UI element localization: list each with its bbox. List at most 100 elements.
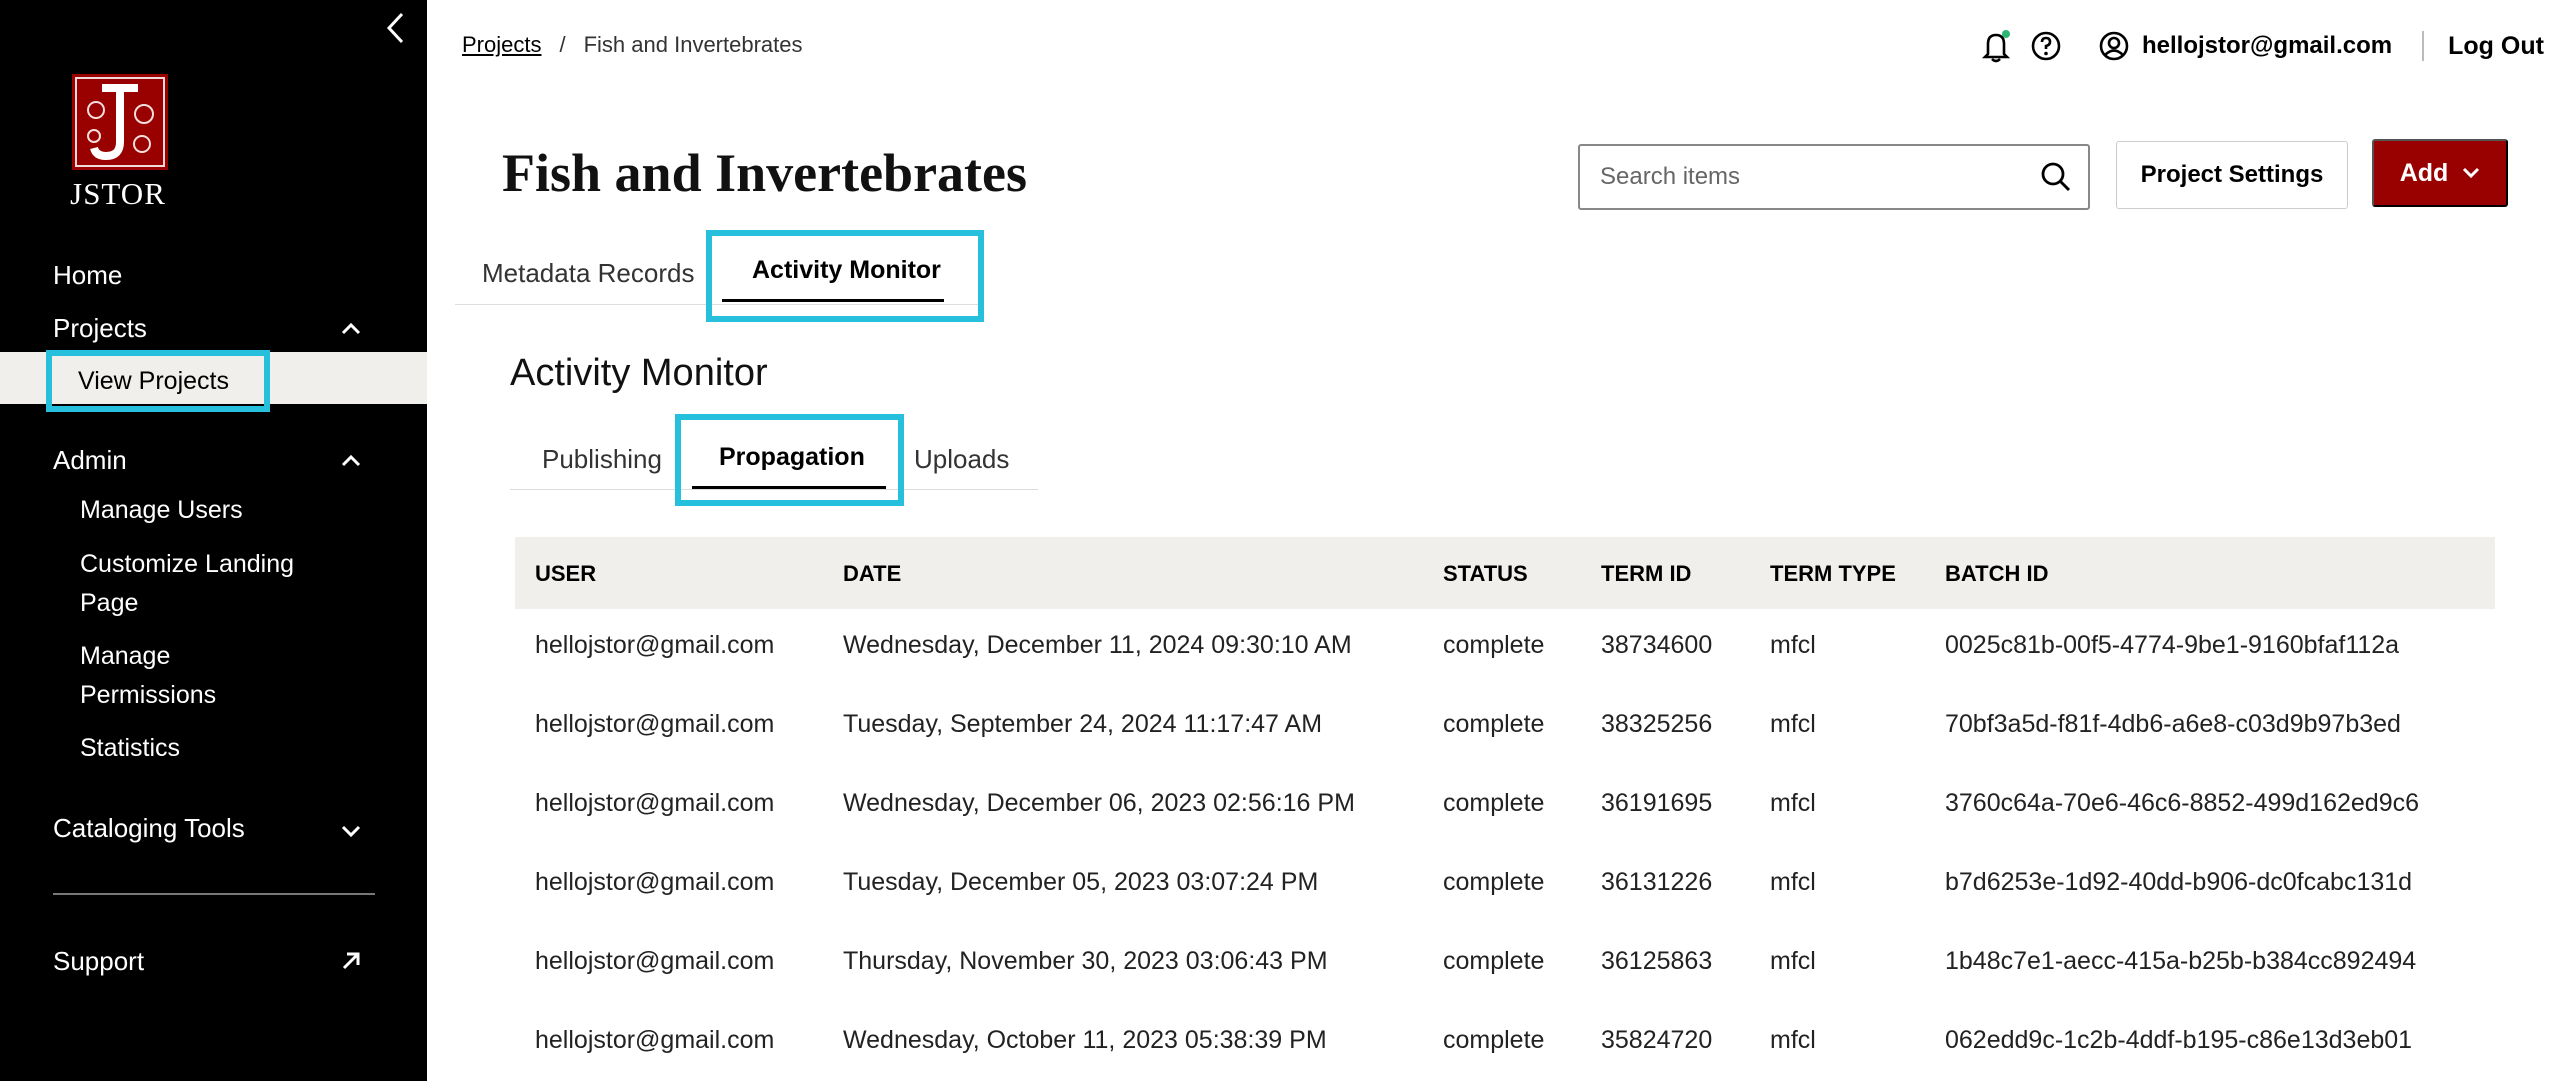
cell-user: hellojstor@gmail.com xyxy=(535,631,775,659)
table-row[interactable]: hellojstor@gmail.com Wednesday, October … xyxy=(515,1004,2495,1081)
help-icon xyxy=(2031,31,2061,61)
sidebar-item-label: View Projects xyxy=(78,366,229,395)
project-settings-button[interactable]: Project Settings xyxy=(2116,141,2348,209)
cell-user: hellojstor@gmail.com xyxy=(535,710,775,738)
cell-batch-id: 062edd9c-1c2b-4ddf-b195-c86e13d3eb01 xyxy=(1945,1026,2413,1054)
sidebar-item-label: Permissions xyxy=(80,681,217,709)
cell-status: complete xyxy=(1443,868,1545,896)
account-button[interactable] xyxy=(2094,26,2134,66)
cell-user: hellojstor@gmail.com xyxy=(535,947,775,975)
external-arrow-icon[interactable] xyxy=(338,948,364,974)
column-header-term-type[interactable]: TERM TYPE xyxy=(1770,561,1896,587)
table-row[interactable]: hellojstor@gmail.com Thursday, November … xyxy=(515,925,2495,1004)
tab-activity-monitor[interactable]: Activity Monitor xyxy=(752,256,941,285)
chevron-down-icon[interactable] xyxy=(338,818,364,844)
cell-term-type: mfcl xyxy=(1770,1026,1816,1054)
breadcrumb-projects-link[interactable]: Projects xyxy=(462,32,541,58)
cell-term-type: mfcl xyxy=(1770,789,1816,817)
cell-status: complete xyxy=(1443,710,1545,738)
top-utility-bar: hellojstor@gmail.com Log Out xyxy=(1976,26,2544,66)
column-header-term-id[interactable]: TERM ID xyxy=(1601,561,1691,587)
sidebar-item-cataloging-tools[interactable]: Cataloging Tools xyxy=(53,813,245,844)
cell-date: Tuesday, September 24, 2024 11:17:47 AM xyxy=(843,710,1323,738)
cell-term-id: 38325256 xyxy=(1601,710,1713,738)
user-circle-icon xyxy=(2099,31,2129,61)
section-title: Activity Monitor xyxy=(510,352,768,394)
table-row[interactable]: hellojstor@gmail.com Tuesday, September … xyxy=(515,688,2495,767)
column-header-batch-id[interactable]: BATCH ID xyxy=(1945,561,2048,587)
tab-publishing[interactable]: Publishing xyxy=(542,444,662,475)
cell-batch-id: 1b48c7e1-aecc-415a-b25b-b384cc892494 xyxy=(1945,947,2417,975)
active-subtab-indicator xyxy=(692,486,886,489)
tab-propagation[interactable]: Propagation xyxy=(719,443,865,472)
search-box[interactable] xyxy=(1578,144,2090,210)
sidebar-item-manage-permissions[interactable]: Manage Permissions xyxy=(80,637,216,715)
chevron-up-icon[interactable] xyxy=(338,447,364,473)
sidebar-item-home[interactable]: Home xyxy=(53,260,122,291)
cell-status: complete xyxy=(1443,947,1545,975)
help-button[interactable] xyxy=(2026,26,2066,66)
sidebar-divider xyxy=(53,893,375,895)
activity-table: USER DATE STATUS TERM ID TERM TYPE BATCH… xyxy=(515,537,2495,1081)
topbar-separator xyxy=(2422,31,2425,61)
column-header-date[interactable]: DATE xyxy=(843,561,901,587)
page-title: Fish and Invertebrates xyxy=(502,143,1027,203)
tab-metadata-records[interactable]: Metadata Records xyxy=(482,258,694,289)
cell-status: complete xyxy=(1443,1026,1545,1054)
sidebar-item-admin[interactable]: Admin xyxy=(53,445,127,476)
cell-term-id: 36191695 xyxy=(1601,789,1713,817)
cell-user: hellojstor@gmail.com xyxy=(535,1026,775,1054)
cell-term-id: 38734600 xyxy=(1601,631,1713,659)
cell-batch-id: 70bf3a5d-f81f-4db6-a6e8-c03d9b97b3ed xyxy=(1945,710,2401,738)
sidebar-item-manage-users[interactable]: Manage Users xyxy=(80,491,243,530)
cell-date: Tuesday, December 05, 2023 03:07:24 PM xyxy=(843,868,1319,896)
column-header-user[interactable]: USER xyxy=(535,561,596,587)
sidebar-item-label: Manage xyxy=(80,642,171,670)
chevron-up-icon[interactable] xyxy=(338,315,364,341)
cell-term-id: 36125863 xyxy=(1601,947,1713,975)
tab-uploads[interactable]: Uploads xyxy=(914,444,1009,475)
cell-batch-id: b7d6253e-1d92-40dd-b906-dc0fcabc131d xyxy=(1945,868,2413,896)
active-tab-indicator xyxy=(722,299,944,302)
bell-icon xyxy=(1981,30,2011,63)
add-button-label: Add xyxy=(2399,158,2449,187)
column-header-status[interactable]: STATUS xyxy=(1443,561,1528,587)
jstor-logo-mark xyxy=(72,74,168,170)
table-row[interactable]: hellojstor@gmail.com Tuesday, December 0… xyxy=(515,846,2495,925)
cell-batch-id: 0025c81b-00f5-4774-9be1-9160bfaf112a xyxy=(1945,631,2400,659)
search-icon[interactable] xyxy=(2040,161,2072,193)
cell-date: Wednesday, December 11, 2024 09:30:10 AM xyxy=(843,631,1352,659)
cell-term-type: mfcl xyxy=(1770,631,1816,659)
chevron-down-icon xyxy=(2463,167,2480,179)
collapse-sidebar-button[interactable] xyxy=(378,8,412,48)
sidebar-item-support[interactable]: Support xyxy=(53,946,144,977)
cell-date: Wednesday, October 11, 2023 05:38:39 PM xyxy=(843,1026,1327,1054)
cell-user: hellojstor@gmail.com xyxy=(535,868,775,896)
logo-text: JSTOR xyxy=(70,176,166,211)
cell-term-id: 35824720 xyxy=(1601,1026,1713,1054)
breadcrumb-current: Fish and Invertebrates xyxy=(583,32,803,57)
sidebar-item-label: Page xyxy=(80,589,139,617)
sidebar-item-view-projects[interactable]: View Projects xyxy=(46,350,270,412)
cell-date: Wednesday, December 06, 2023 02:56:16 PM xyxy=(843,789,1355,817)
breadcrumb: Projects / Fish and Invertebrates xyxy=(462,32,803,58)
add-button[interactable]: Add xyxy=(2372,139,2508,207)
table-header-row: USER DATE STATUS TERM ID TERM TYPE BATCH… xyxy=(515,537,2495,609)
table-row[interactable]: hellojstor@gmail.com Wednesday, December… xyxy=(515,767,2495,846)
user-email[interactable]: hellojstor@gmail.com xyxy=(2142,32,2392,60)
notifications-button[interactable] xyxy=(1976,26,2016,66)
sidebar-item-statistics[interactable]: Statistics xyxy=(80,729,180,768)
sidebar-item-customize-landing[interactable]: Customize Landing Page xyxy=(80,545,294,623)
jstor-logo[interactable]: JSTOR xyxy=(66,74,170,212)
table-row[interactable]: hellojstor@gmail.com Wednesday, December… xyxy=(515,609,2495,688)
breadcrumb-separator: / xyxy=(559,32,566,57)
cell-user: hellojstor@gmail.com xyxy=(535,789,775,817)
chevron-left-icon xyxy=(386,12,404,44)
cell-term-type: mfcl xyxy=(1770,868,1816,896)
cell-status: complete xyxy=(1443,789,1545,817)
logout-link[interactable]: Log Out xyxy=(2448,32,2544,61)
search-input[interactable] xyxy=(1600,163,2040,191)
sidebar: JSTOR Home Projects View Projects Admin … xyxy=(0,0,427,1081)
cell-term-type: mfcl xyxy=(1770,710,1816,738)
sidebar-item-projects[interactable]: Projects xyxy=(53,313,147,344)
